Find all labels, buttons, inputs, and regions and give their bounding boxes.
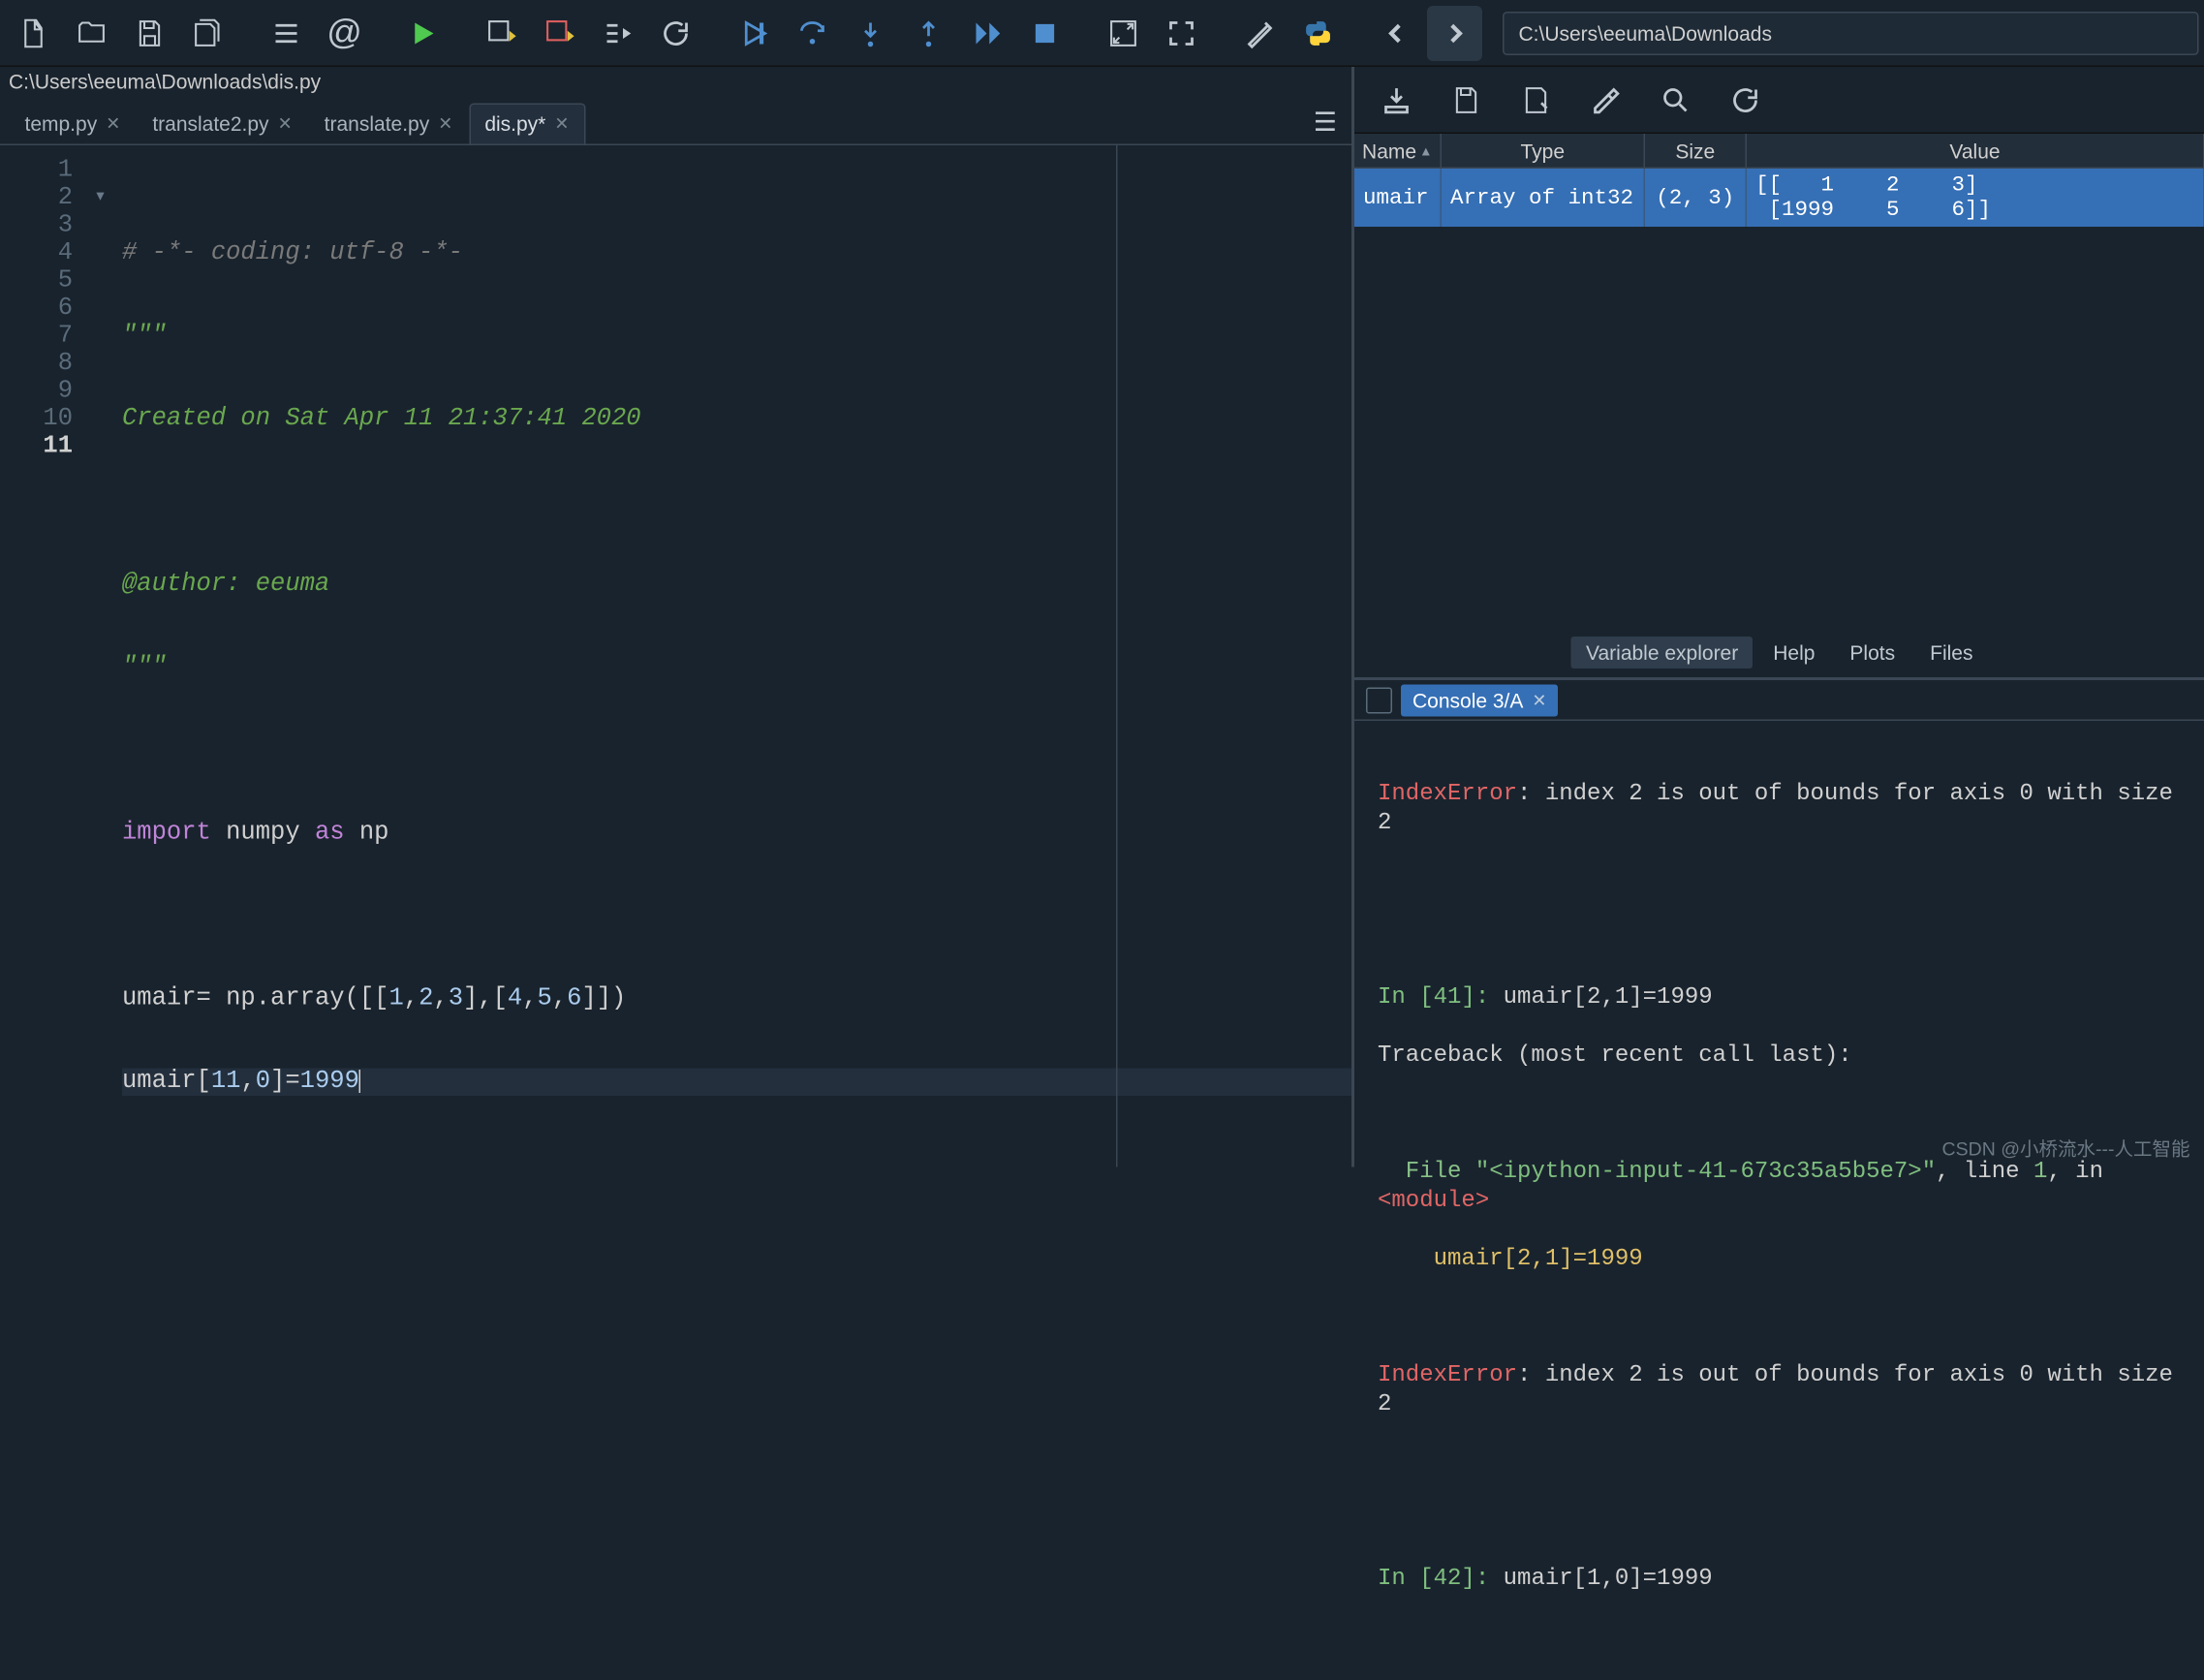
tab-files[interactable]: Files: [1915, 637, 1987, 669]
console-tab[interactable]: Console 3/A ✕: [1401, 684, 1559, 716]
ruler: [1116, 145, 1118, 1167]
step-over-icon[interactable]: [785, 5, 840, 60]
python-path-icon[interactable]: [1290, 5, 1346, 60]
tab-variable-explorer[interactable]: Variable explorer: [1571, 637, 1753, 669]
table-row[interactable]: umair Array of int32 (2, 3) [[ 1 2 3] [1…: [1354, 169, 2204, 227]
tab-label: dis.py*: [484, 112, 545, 136]
close-icon[interactable]: ✕: [1532, 690, 1546, 710]
step-into-icon[interactable]: [843, 5, 898, 60]
step-out-icon[interactable]: [901, 5, 956, 60]
stop-debug-icon[interactable]: [1017, 5, 1072, 60]
import-data-icon[interactable]: [1375, 78, 1418, 121]
code-area[interactable]: # -*- coding: utf-8 -*- """ Created on S…: [113, 145, 1351, 1167]
clear-icon[interactable]: [1584, 78, 1628, 121]
tab-label: translate.py: [325, 112, 430, 136]
back-icon[interactable]: [1369, 5, 1424, 60]
line-number-gutter: 1 2 3 4 5 6 7 8 9 10 11: [0, 145, 87, 1167]
save-data-as-icon[interactable]: [1514, 78, 1558, 121]
pane-tabs: Variable explorer Help Plots Files: [1354, 631, 2204, 677]
cell-type: Array of int32: [1442, 169, 1645, 227]
tab-translate2-py[interactable]: translate2.py ✕: [137, 103, 308, 143]
editor-pane: C:\Users\eeuma\Downloads\dis.py temp.py ✕…: [0, 67, 1354, 1167]
col-name[interactable]: Name▲: [1354, 134, 1442, 168]
watermark: CSDN @小桥流水---人工智能: [1942, 1134, 2190, 1162]
refresh-icon[interactable]: [1723, 78, 1767, 121]
console-output[interactable]: IndexError: index 2 is out of bounds for…: [1354, 721, 2204, 1680]
save-all-icon[interactable]: [180, 5, 235, 60]
close-icon[interactable]: ✕: [106, 113, 120, 134]
new-file-icon[interactable]: [6, 5, 61, 60]
code-editor[interactable]: 1 2 3 4 5 6 7 8 9 10 11 ▾ # -*- coding: …: [0, 145, 1351, 1167]
maximize-pane-icon[interactable]: [1096, 5, 1151, 60]
tab-label: temp.py: [25, 112, 98, 136]
forward-icon[interactable]: [1427, 5, 1482, 60]
fullscreen-icon[interactable]: [1154, 5, 1209, 60]
tab-plots[interactable]: Plots: [1835, 637, 1909, 669]
table-header: Name▲ Type Size Value: [1354, 134, 2204, 169]
col-size[interactable]: Size: [1645, 134, 1747, 168]
tab-menu-icon[interactable]: ☰: [1314, 108, 1337, 139]
tab-temp-py[interactable]: temp.py ✕: [9, 103, 137, 143]
fold-gutter: ▾: [87, 145, 113, 1167]
cell-name: umair: [1354, 169, 1442, 227]
col-value[interactable]: Value: [1747, 134, 2204, 168]
at-icon[interactable]: @: [317, 5, 372, 60]
col-type[interactable]: Type: [1442, 134, 1645, 168]
close-icon[interactable]: ✕: [278, 113, 293, 134]
run-cell-advance-icon[interactable]: [532, 5, 587, 60]
variable-explorer-pane: Name▲ Type Size Value umair Array of int…: [1354, 67, 2204, 680]
close-icon[interactable]: ✕: [554, 113, 569, 134]
varexp-toolbar: [1354, 67, 2204, 134]
fold-icon[interactable]: ▾: [87, 185, 113, 213]
sort-ascending-icon: ▲: [1419, 143, 1432, 158]
save-data-icon[interactable]: [1444, 78, 1488, 121]
main-toolbar: @: [0, 0, 2204, 67]
open-folder-icon[interactable]: [64, 5, 119, 60]
debug-run-icon[interactable]: [727, 5, 782, 60]
editor-tabbar: temp.py ✕ translate2.py ✕ translate.py ✕ di…: [0, 102, 1351, 145]
tab-translate-py[interactable]: translate.py ✕: [308, 103, 469, 143]
run-icon[interactable]: [395, 5, 450, 60]
rerun-icon[interactable]: [648, 5, 703, 60]
variable-table: Name▲ Type Size Value umair Array of int…: [1354, 134, 2204, 631]
preferences-icon[interactable]: [1232, 5, 1288, 60]
search-icon[interactable]: [1654, 78, 1697, 121]
console-list-icon[interactable]: [1366, 687, 1392, 713]
save-icon[interactable]: [122, 5, 177, 60]
tab-dis-py[interactable]: dis.py* ✕: [469, 103, 585, 143]
cell-value: [[ 1 2 3] [1999 5 6]]: [1747, 169, 2204, 227]
working-directory-input[interactable]: [1503, 11, 2199, 54]
console-tab-label: Console 3/A: [1412, 688, 1523, 711]
outline-icon[interactable]: [259, 5, 314, 60]
console-tabbar: Console 3/A ✕: [1354, 680, 2204, 721]
tab-label: translate2.py: [152, 112, 268, 136]
run-cell-icon[interactable]: [474, 5, 529, 60]
tab-help[interactable]: Help: [1758, 637, 1829, 669]
cell-size: (2, 3): [1645, 169, 1747, 227]
run-selection-icon[interactable]: [590, 5, 645, 60]
close-icon[interactable]: ✕: [438, 113, 452, 134]
file-path-label: C:\Users\eeuma\Downloads\dis.py: [0, 67, 1351, 102]
console-pane: Console 3/A ✕ IndexError: index 2 is out …: [1354, 680, 2204, 1680]
continue-icon[interactable]: [959, 5, 1014, 60]
